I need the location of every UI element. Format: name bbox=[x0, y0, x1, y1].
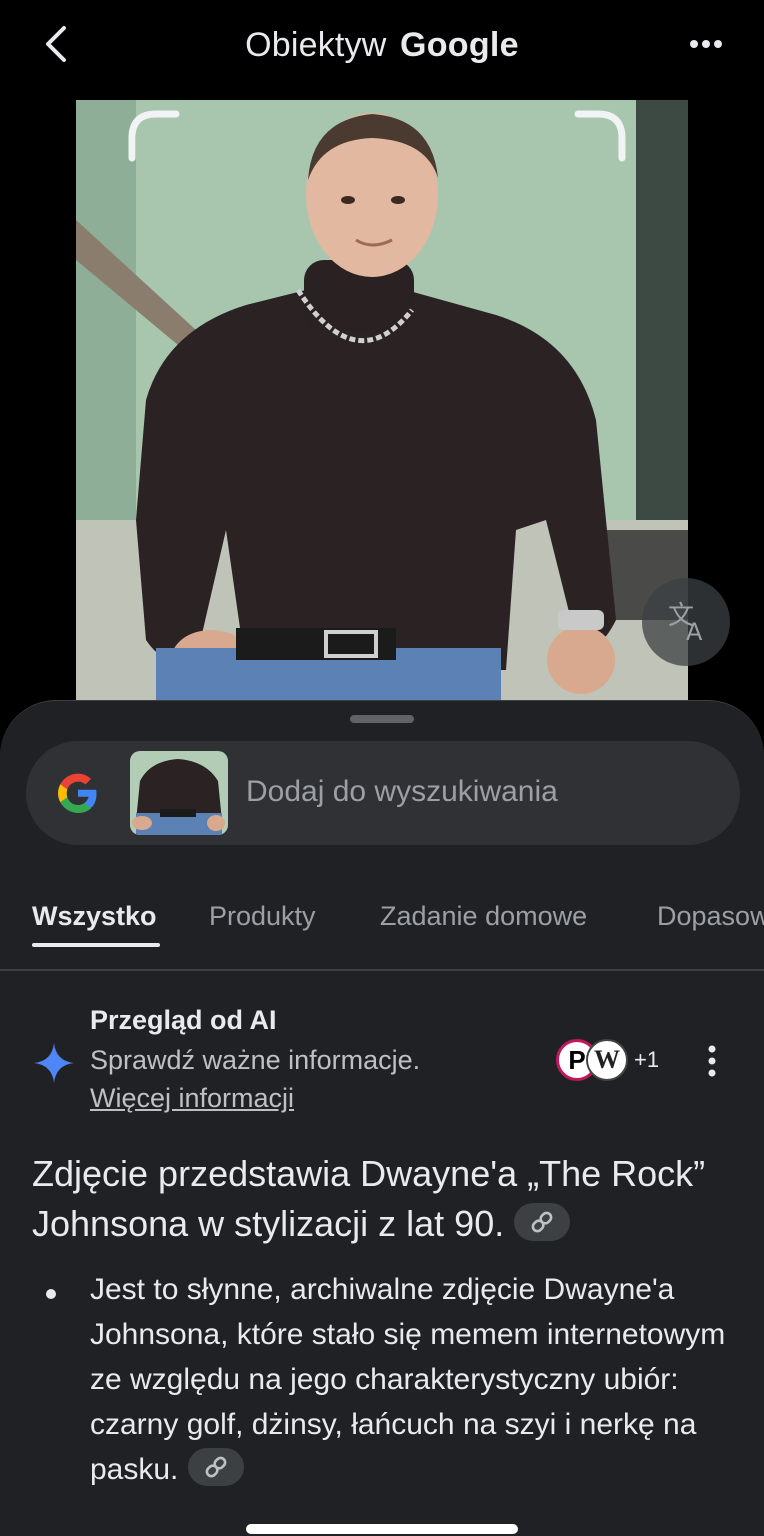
link-icon bbox=[531, 1212, 553, 1233]
bullet-point bbox=[46, 1289, 56, 1299]
ai-overview-subtitle: Sprawdź ważne informacje. bbox=[90, 1045, 421, 1075]
answer-bullet: Jest to słynne, archiwalne zdjęcie Dwayn… bbox=[90, 1267, 730, 1492]
query-image-thumbnail[interactable] bbox=[130, 751, 228, 835]
filter-tabs: Wszystko Produkty Zadanie domowe Dopasow bbox=[0, 865, 764, 971]
headline-source-link[interactable] bbox=[514, 1203, 571, 1242]
ai-overview-menu-button[interactable] bbox=[694, 1039, 730, 1083]
tab-produkty[interactable]: Produkty bbox=[209, 901, 316, 932]
search-input[interactable]: Dodaj do wyszukiwania bbox=[246, 775, 558, 809]
more-horiz-icon bbox=[690, 40, 722, 48]
app-title: Obiektyw Google bbox=[0, 26, 764, 65]
translate-icon: 文 A bbox=[668, 601, 703, 646]
top-bar: Obiektyw Google bbox=[0, 0, 764, 96]
app-title-obiektyw: Obiektyw bbox=[245, 26, 387, 64]
more-vert-icon bbox=[708, 1045, 716, 1077]
ai-sparkle-icon bbox=[34, 1043, 74, 1083]
tab-dopasowania[interactable]: Dopasow bbox=[657, 901, 764, 932]
tab-wszystko[interactable]: Wszystko bbox=[32, 901, 157, 932]
more-info-link[interactable]: Więcej informacji bbox=[90, 1083, 294, 1114]
more-options-button[interactable] bbox=[684, 24, 728, 68]
ai-sources[interactable]: P W +1 bbox=[556, 1039, 666, 1083]
link-icon bbox=[205, 1456, 227, 1478]
source-wikipedia-icon: W bbox=[586, 1039, 628, 1081]
app-title-google: Google bbox=[399, 26, 519, 64]
results-sheet: Dodaj do wyszukiwania Wszystko Produkty … bbox=[0, 700, 764, 1536]
sheet-drag-handle[interactable] bbox=[350, 715, 414, 723]
answer-headline-text: Zdjęcie przedstawia Dwayne'a „The Rock” … bbox=[32, 1153, 706, 1244]
translate-button[interactable]: 文 A bbox=[642, 578, 730, 666]
search-image[interactable] bbox=[76, 100, 688, 700]
home-indicator[interactable] bbox=[246, 1524, 518, 1534]
thumbnail-illustration bbox=[130, 751, 228, 835]
answer-bullet-text: Jest to słynne, archiwalne zdjęcie Dwayn… bbox=[90, 1273, 726, 1486]
extra-sources-count: +1 bbox=[634, 1047, 660, 1072]
tab-zadanie-domowe[interactable]: Zadanie domowe bbox=[380, 901, 587, 932]
google-g-icon bbox=[58, 773, 97, 813]
svg-text:A: A bbox=[686, 618, 703, 646]
search-box[interactable]: Dodaj do wyszukiwania bbox=[26, 741, 740, 845]
bullet-source-link[interactable] bbox=[188, 1448, 245, 1487]
answer-headline: Zdjęcie przedstawia Dwayne'a „The Rock” … bbox=[32, 1149, 732, 1249]
photo-illustration bbox=[76, 100, 688, 700]
ai-overview-title: Przegląd od AI bbox=[90, 1005, 277, 1035]
active-tab-indicator bbox=[32, 943, 160, 947]
